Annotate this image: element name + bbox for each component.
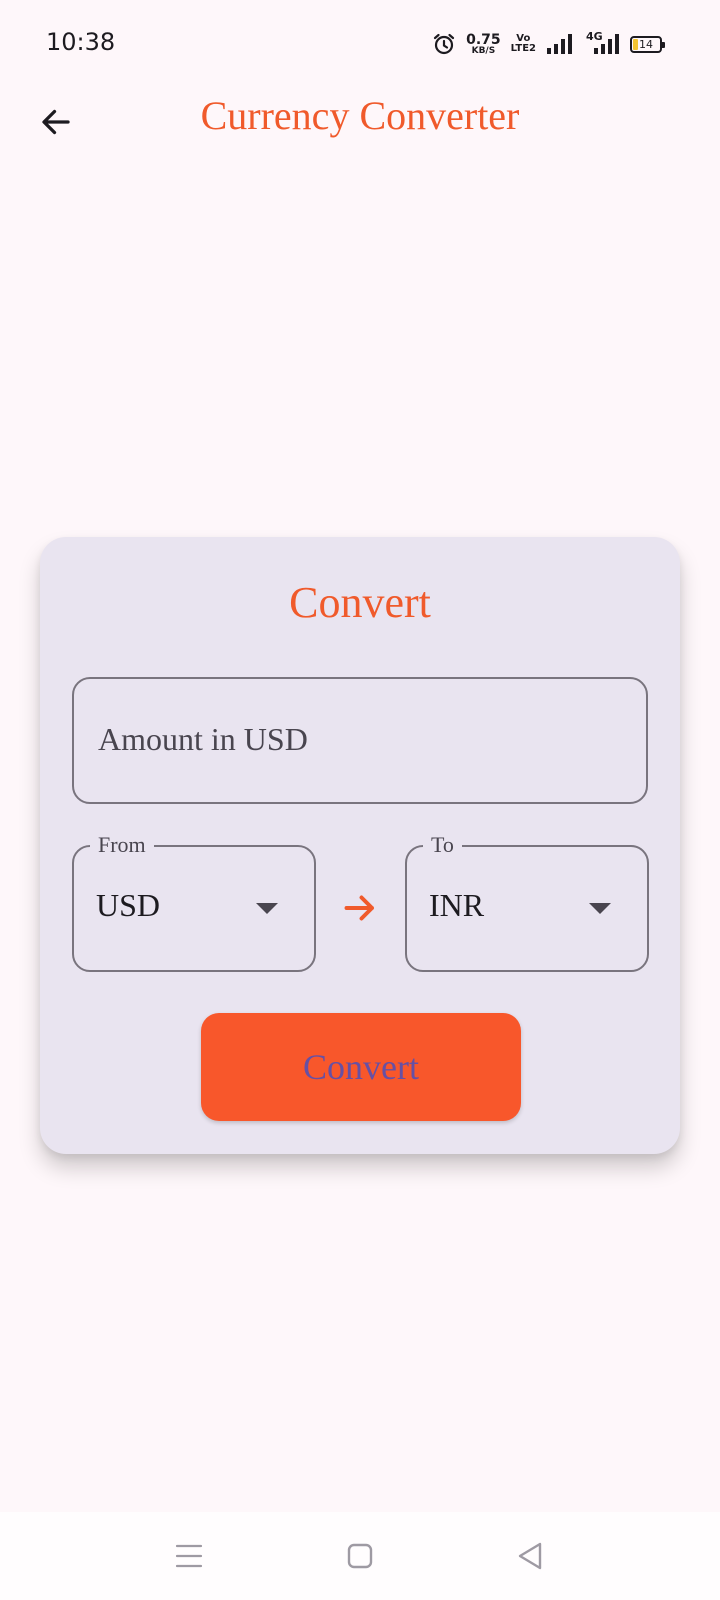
status-bar: 10:38 0.75 KB/S Vo LTE2 4G 14 <box>0 0 720 88</box>
card-title: Convert <box>289 578 431 627</box>
convert-button[interactable]: Convert <box>201 1013 521 1121</box>
to-label: To <box>423 831 462 859</box>
battery-icon: 14 <box>630 35 665 53</box>
nav-back-button[interactable] <box>508 1534 552 1578</box>
network-speed-value: 0.75 <box>466 31 501 48</box>
to-currency-select[interactable]: To INR <box>405 831 649 972</box>
network-4g: 4G <box>584 30 620 56</box>
menu-icon <box>175 1544 203 1568</box>
status-icons: 0.75 KB/S Vo LTE2 4G 14 <box>432 30 665 58</box>
from-currency-select[interactable]: From USD <box>72 831 316 972</box>
signal-4g-icon <box>594 34 619 54</box>
network-speed: 0.75 KB/S <box>466 33 501 56</box>
converter-card: Convert Amount in USD From USD To INR Co… <box>40 537 680 1154</box>
volte-bottom: LTE2 <box>510 43 536 54</box>
home-square-icon <box>347 1543 373 1569</box>
alarm-icon <box>434 33 455 55</box>
from-value: USD <box>96 887 161 923</box>
battery-level: 14 <box>639 37 653 51</box>
page-title: Currency Converter <box>200 93 520 138</box>
chevron-down-icon <box>589 903 611 914</box>
nav-menu-button[interactable] <box>167 1534 211 1578</box>
to-value: INR <box>429 887 485 923</box>
back-triangle-icon <box>518 1542 542 1570</box>
nav-home-button[interactable] <box>338 1534 382 1578</box>
amount-input[interactable]: Amount in USD <box>72 677 648 804</box>
status-time: 10:38 <box>46 28 116 56</box>
chevron-down-icon <box>256 903 278 914</box>
from-label: From <box>90 831 154 859</box>
arrow-right-icon <box>344 895 374 921</box>
network-speed-unit: KB/S <box>471 45 496 56</box>
signal-icon <box>547 34 572 54</box>
screen: 10:38 0.75 KB/S Vo LTE2 4G 14 Currency C… <box>0 0 720 1600</box>
navigation-bar <box>0 1512 720 1600</box>
amount-placeholder: Amount in USD <box>98 721 308 757</box>
volte-indicator: Vo LTE2 <box>511 34 536 54</box>
